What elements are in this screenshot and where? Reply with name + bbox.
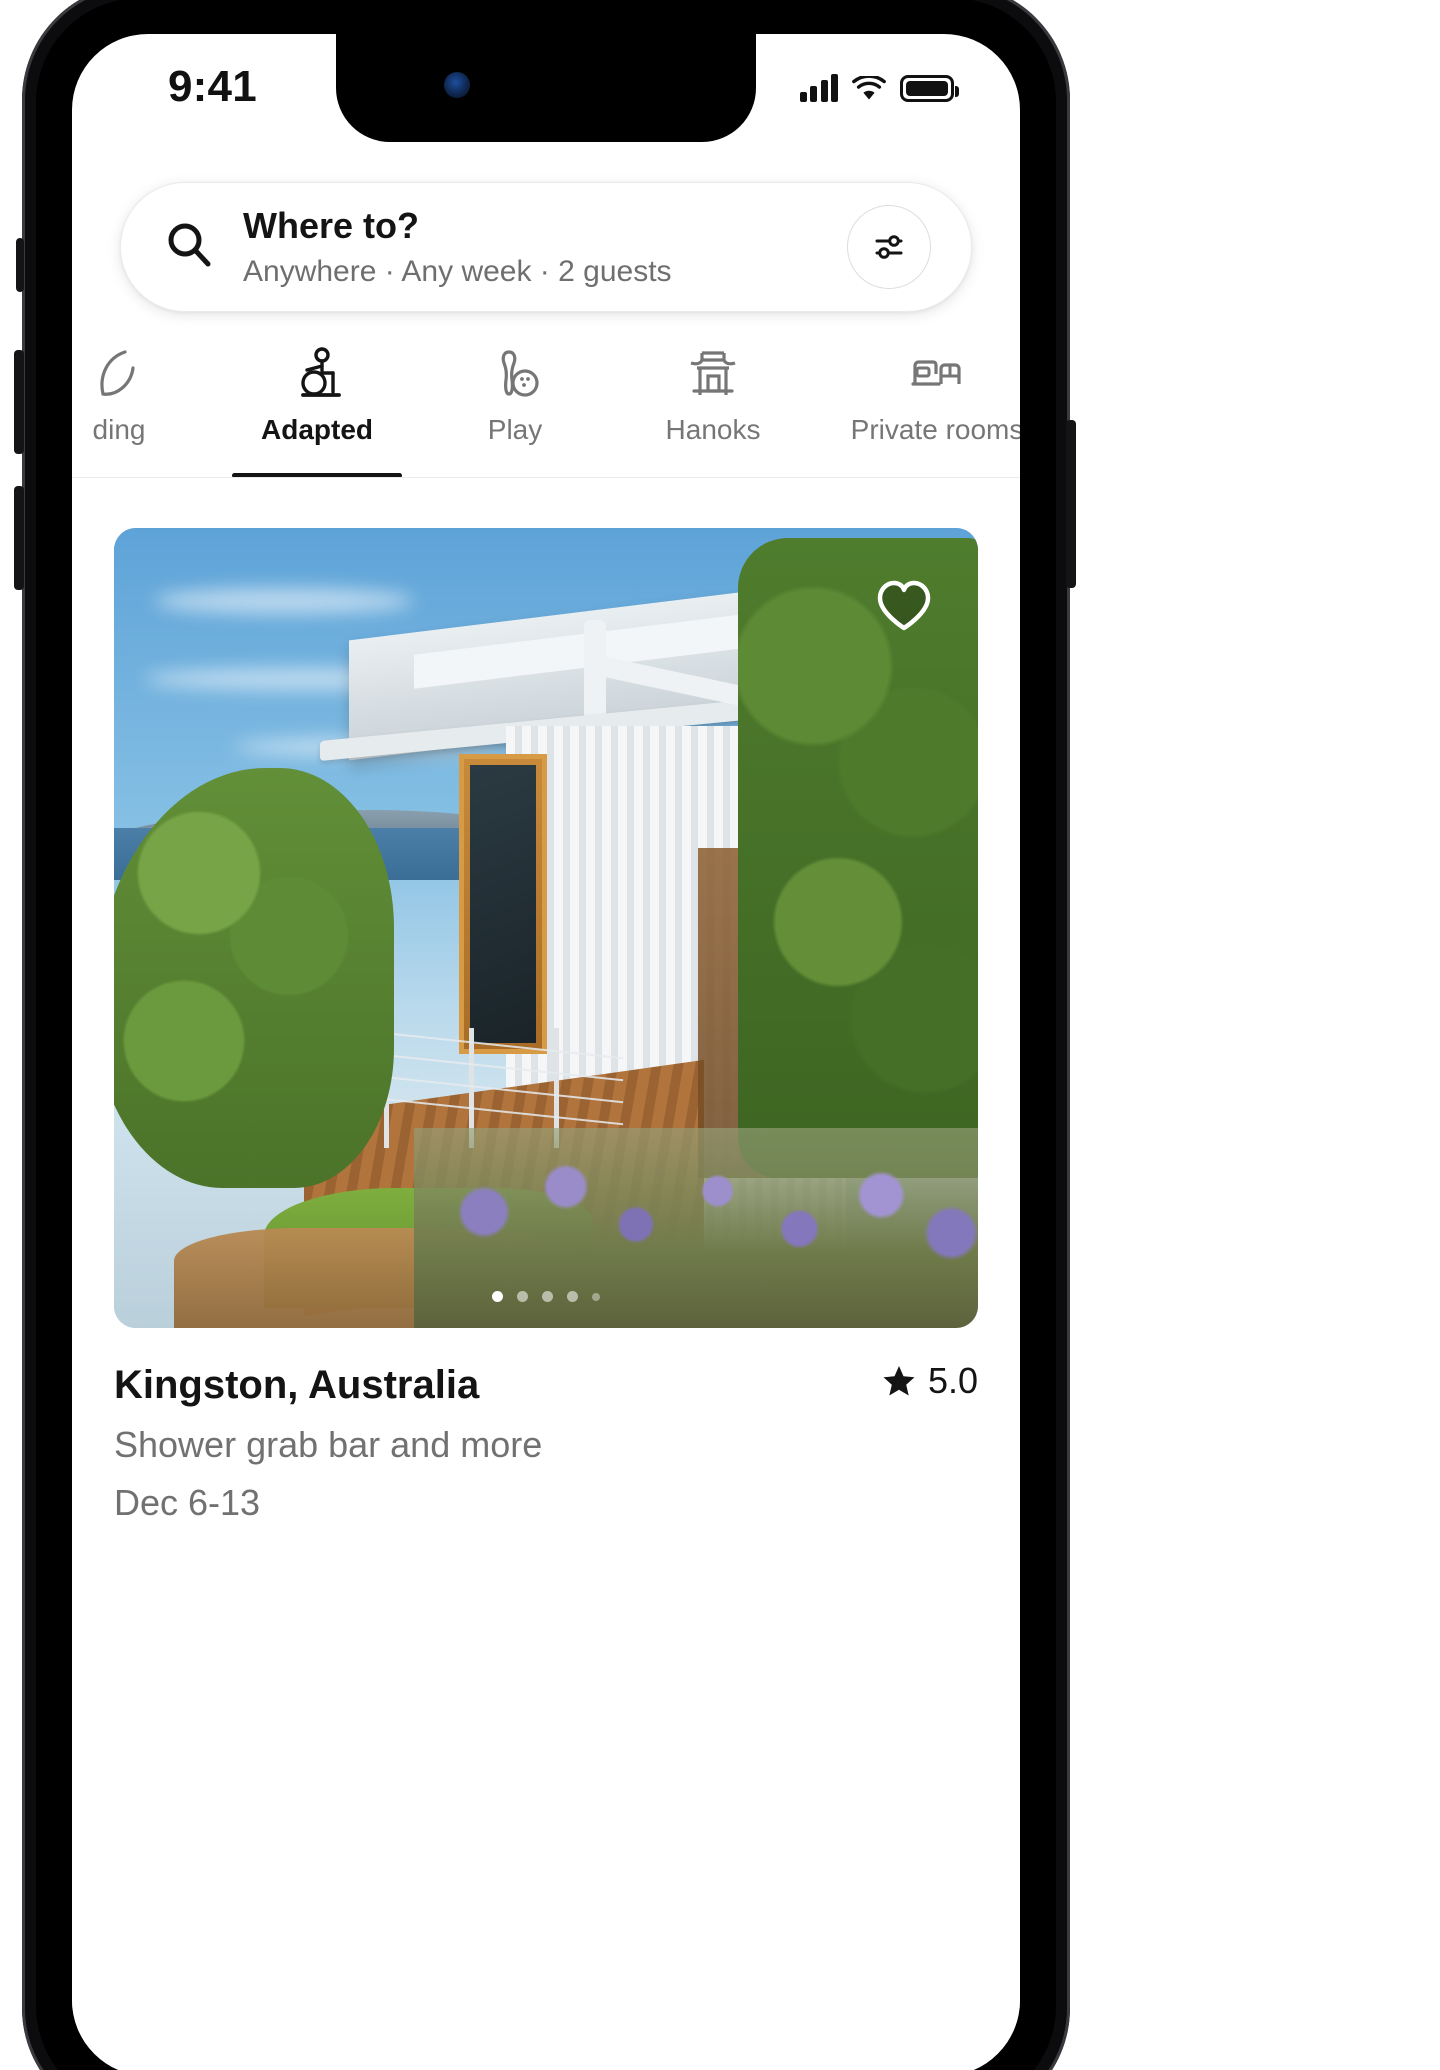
filter-sliders-icon — [875, 235, 903, 259]
search-icon — [163, 219, 215, 276]
listing-place: Kingston, Australia — [114, 1363, 480, 1407]
listing-card[interactable]: Kingston, Australia 5.0 Shower grab bar … — [114, 528, 978, 1524]
listing-subtitle: Shower grab bar and more — [114, 1424, 543, 1465]
hanok-house-icon — [685, 346, 741, 402]
status-time: 9:41 — [168, 62, 257, 111]
search-bar[interactable]: Where to? Anywhere · Any week · 2 guests — [120, 182, 972, 312]
sidebar-item-label: Adapted — [261, 414, 373, 445]
search-subtitle: Anywhere · Any week · 2 guests — [243, 255, 672, 289]
photo-door — [459, 754, 547, 1054]
listing-feed: Kingston, Australia 5.0 Shower grab bar … — [72, 478, 1020, 2070]
wheelchair-accessible-icon — [289, 346, 345, 402]
sidebar-item-label: Private rooms — [850, 414, 1020, 445]
silent-switch[interactable] — [16, 238, 24, 292]
sidebar-item-adapted[interactable]: Adapted — [218, 334, 416, 477]
star-filled-icon — [883, 1366, 915, 1396]
signal-bars-icon — [799, 74, 838, 102]
photo-tree — [114, 768, 394, 1188]
power-button[interactable] — [1066, 420, 1076, 588]
volume-down-button[interactable] — [14, 486, 24, 590]
bed-room-icon — [909, 346, 965, 402]
filter-button[interactable] — [847, 205, 931, 289]
photo-hedge — [738, 538, 978, 1178]
favorite-button[interactable] — [872, 574, 936, 638]
listing-photo[interactable] — [114, 528, 978, 1328]
search-title: Where to? — [243, 204, 419, 246]
cloud — [154, 588, 414, 614]
sidebar-item-hanoks[interactable]: Hanoks — [614, 334, 812, 477]
volume-up-button[interactable] — [14, 350, 24, 454]
sidebar-item-label: Hanoks — [665, 414, 761, 445]
listing-rating: 5.0 — [882, 1360, 978, 1402]
bowling-pin-icon — [487, 346, 543, 402]
sidebar-item-surfing[interactable]: ding — [72, 334, 218, 477]
sidebar-item-label: Play — [487, 414, 543, 445]
display-notch — [336, 34, 756, 142]
search-header: Where to? Anywhere · Any week · 2 guests — [72, 142, 1020, 342]
listing-rating-value: 5.0 — [927, 1360, 978, 1401]
category-tabs[interactable]: ding Adapted Play Hanoks Private rooms — [72, 334, 1020, 478]
photo-pagination-dots[interactable] — [492, 1291, 600, 1302]
listing-info: Kingston, Australia 5.0 Shower grab bar … — [114, 1360, 978, 1524]
heart-outline-icon — [877, 580, 931, 631]
sidebar-item-private-rooms[interactable]: Private rooms — [812, 334, 1020, 477]
front-camera-icon — [444, 72, 470, 98]
wifi-icon — [852, 74, 886, 102]
listing-dates: Dec 6-13 — [114, 1482, 261, 1523]
sidebar-item-label: ding — [92, 414, 146, 445]
phone-screen: 9:41 Where to? Anywhere · Any week · 2 g… — [72, 34, 1020, 2070]
status-icons — [799, 74, 959, 102]
sidebar-item-play[interactable]: Play — [416, 334, 614, 477]
search-texts: Where to? Anywhere · Any week · 2 guests — [243, 206, 847, 289]
surfing-icon — [91, 346, 147, 402]
screenshot-stage: 9:41 Where to? Anywhere · Any week · 2 g… — [0, 0, 1440, 2070]
battery-full-icon — [900, 75, 959, 102]
